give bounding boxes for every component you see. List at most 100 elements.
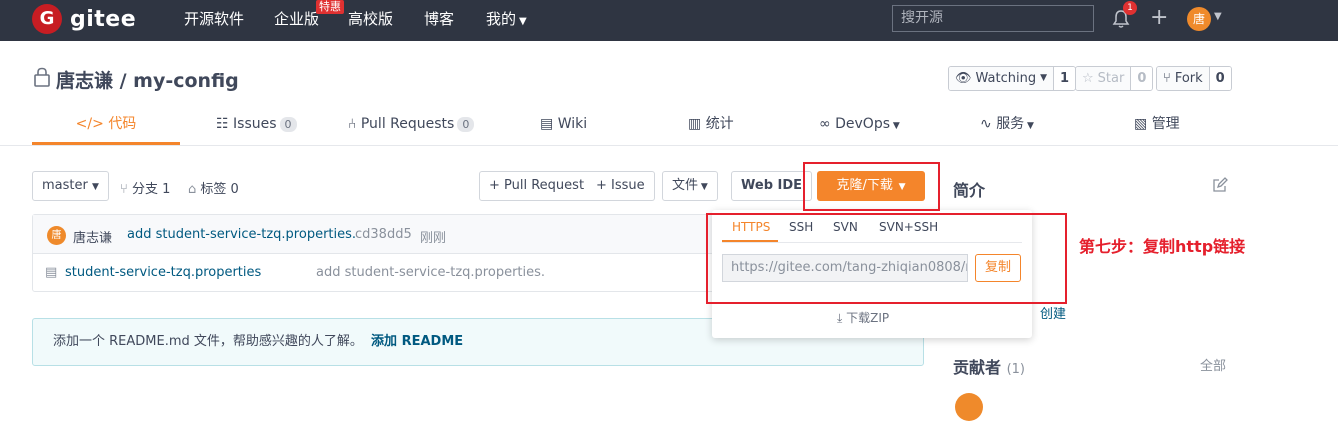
gitee-logo-text: gitee [70,6,137,32]
annotation-box-url [706,213,1067,304]
lock-icon [34,67,50,87]
fork-count[interactable]: 0 [1208,67,1231,90]
watch-count[interactable]: 1 [1053,67,1076,90]
sidebar-contributors-title: 贡献者 (1) [953,354,1025,378]
contributor-avatar[interactable] [955,393,983,421]
bar-chart-icon: ▥ [688,116,702,132]
file-menu-button[interactable]: 文件 ▼ [662,171,718,201]
sidebar-intro-title: 简介 [953,181,986,200]
download-icon: ⤓ [837,311,843,325]
tab-wiki-label: Wiki [557,116,588,132]
tab-issues-count: 0 [279,117,297,132]
nav-blog[interactable]: 博客 [424,0,454,41]
pulse-icon: ∿ [980,116,992,132]
tag-icon: ⌂ [188,182,197,197]
chevron-down-icon: ▼ [1040,73,1048,83]
tabs-divider [0,145,1338,146]
watch-label: Watching [975,71,1037,86]
user-avatar[interactable]: 唐 [1187,7,1211,31]
fork-button-group[interactable]: ⑂ Fork 0 [1156,66,1232,91]
download-zip-label: 下载ZIP [846,311,890,325]
tags-link[interactable]: ⌂ 标签 0 [188,178,239,197]
chevron-down-icon: ▼ [698,182,708,192]
contributors-all-link[interactable]: 全部 [1200,355,1226,374]
repo-title[interactable]: 唐志谦 / my-config [56,66,239,93]
sidebar-create-link[interactable]: 创建 [1040,303,1066,322]
tab-devops-label: DevOps [835,116,891,132]
tab-pull-requests[interactable]: ⑃ Pull Requests 0 [348,107,475,145]
chevron-down-icon: ▼ [91,182,99,192]
chevron-down-icon: ▼ [890,121,900,131]
new-pull-request-button[interactable]: + Pull Request [479,171,595,201]
nav-mine-label: 我的 [486,10,517,28]
tab-services[interactable]: ∿ 服务 ▼ [980,107,1034,145]
watch-button-group[interactable]: 👁 Watching ▼ 1 [948,66,1077,91]
promo-badge: 特惠 [316,0,344,14]
edit-icon[interactable] [1212,177,1228,193]
contributors-count: (1) [1006,362,1026,377]
tab-stats-label: 统计 [705,116,734,132]
branch-select[interactable]: master ▼ [32,171,109,201]
chevron-down-icon[interactable]: ▼ [1214,11,1222,22]
fork-icon: ⑂ [1163,71,1171,86]
star-label: Star [1097,71,1125,86]
star-icon: ☆ [1082,71,1094,86]
nav-enterprise[interactable]: 企业版 [274,0,319,41]
add-readme-link[interactable]: 添加 README [371,334,463,349]
tab-manage[interactable]: ▧ 管理 [1134,107,1180,145]
gitee-logo-mark: G [32,4,62,34]
tab-manage-label: 管理 [1151,116,1180,132]
branch-select-label: master [42,178,88,193]
file-menu-label: 文件 [672,178,699,193]
download-zip-link[interactable]: ⤓ 下载ZIP [837,309,889,326]
code-icon: </> [75,116,104,132]
star-button[interactable]: ☆ Star [1076,67,1131,90]
tab-wiki[interactable]: ▤ Wiki [540,107,587,145]
readme-notice-text: 添加一个 README.md 文件，帮助感兴趣的人了解。 [53,334,363,349]
annotation-text: 第七步：复制http链接 [1079,237,1246,256]
star-button-group[interactable]: ☆ Star 0 [1075,66,1154,91]
annotation-box-clone [803,162,940,211]
tab-pr-count: 0 [457,117,475,132]
tab-code-label: 代码 [108,116,137,132]
branches-label: 分支 1 [131,182,171,197]
nav-education[interactable]: 高校版 [348,0,393,41]
watch-button[interactable]: 👁 Watching ▼ [949,67,1054,90]
tags-label: 标签 0 [200,182,239,197]
new-issue-button[interactable]: + Issue [587,171,655,201]
commit-message[interactable]: add student-service-tzq.properties. [127,227,356,242]
commit-author-avatar[interactable]: 唐 [47,226,66,245]
tab-stats[interactable]: ▥ 统计 [688,107,734,145]
tab-issues[interactable]: ☷ Issues 0 [216,107,297,145]
settings-doc-icon: ▧ [1134,116,1148,132]
nav-mine[interactable]: 我的 ▼ [486,0,527,41]
commit-hash[interactable]: cd38dd5 [355,227,412,242]
gitee-logo[interactable]: G gitee [32,4,136,34]
commit-time: 刚刚 [420,231,447,246]
file-name[interactable]: student-service-tzq.properties [65,265,261,280]
fork-label: Fork [1174,71,1203,86]
search-input[interactable]: 搜开源 [892,5,1094,32]
branches-link[interactable]: ⑂ 分支 1 [120,178,170,197]
repo-tabs: </> 代码 ☷ Issues 0 ⑃ Pull Requests 0 ▤ Wiki… [32,107,1232,145]
plus-icon[interactable]: + [1150,5,1168,31]
web-ide-button[interactable]: Web IDE [731,171,813,201]
chevron-down-icon: ▼ [1024,121,1034,131]
fork-button[interactable]: ⑂ Fork [1157,67,1209,90]
tab-devops[interactable]: ∞ DevOps ▼ [819,107,900,145]
book-icon: ▤ [540,116,554,132]
issues-icon: ☷ [216,116,229,132]
tab-code[interactable]: </> 代码 [32,107,180,145]
star-count[interactable]: 0 [1130,67,1153,90]
tab-pr-label: Pull Requests [360,116,455,132]
top-navbar: G gitee 开源软件 企业版 特惠 高校版 博客 我的 ▼ 搜开源 1 + 唐… [0,0,1338,41]
pull-request-icon: ⑃ [348,116,357,132]
nav-open-source[interactable]: 开源软件 [184,0,244,41]
file-commit-message[interactable]: add student-service-tzq.properties. [316,265,545,280]
branch-icon: ⑂ [120,182,128,197]
infinity-icon: ∞ [819,116,831,132]
notification-badge: 1 [1123,1,1137,15]
chevron-down-icon: ▼ [519,16,527,27]
commit-author[interactable]: 唐志谦 [73,227,112,246]
file-icon: ▤ [45,265,58,280]
